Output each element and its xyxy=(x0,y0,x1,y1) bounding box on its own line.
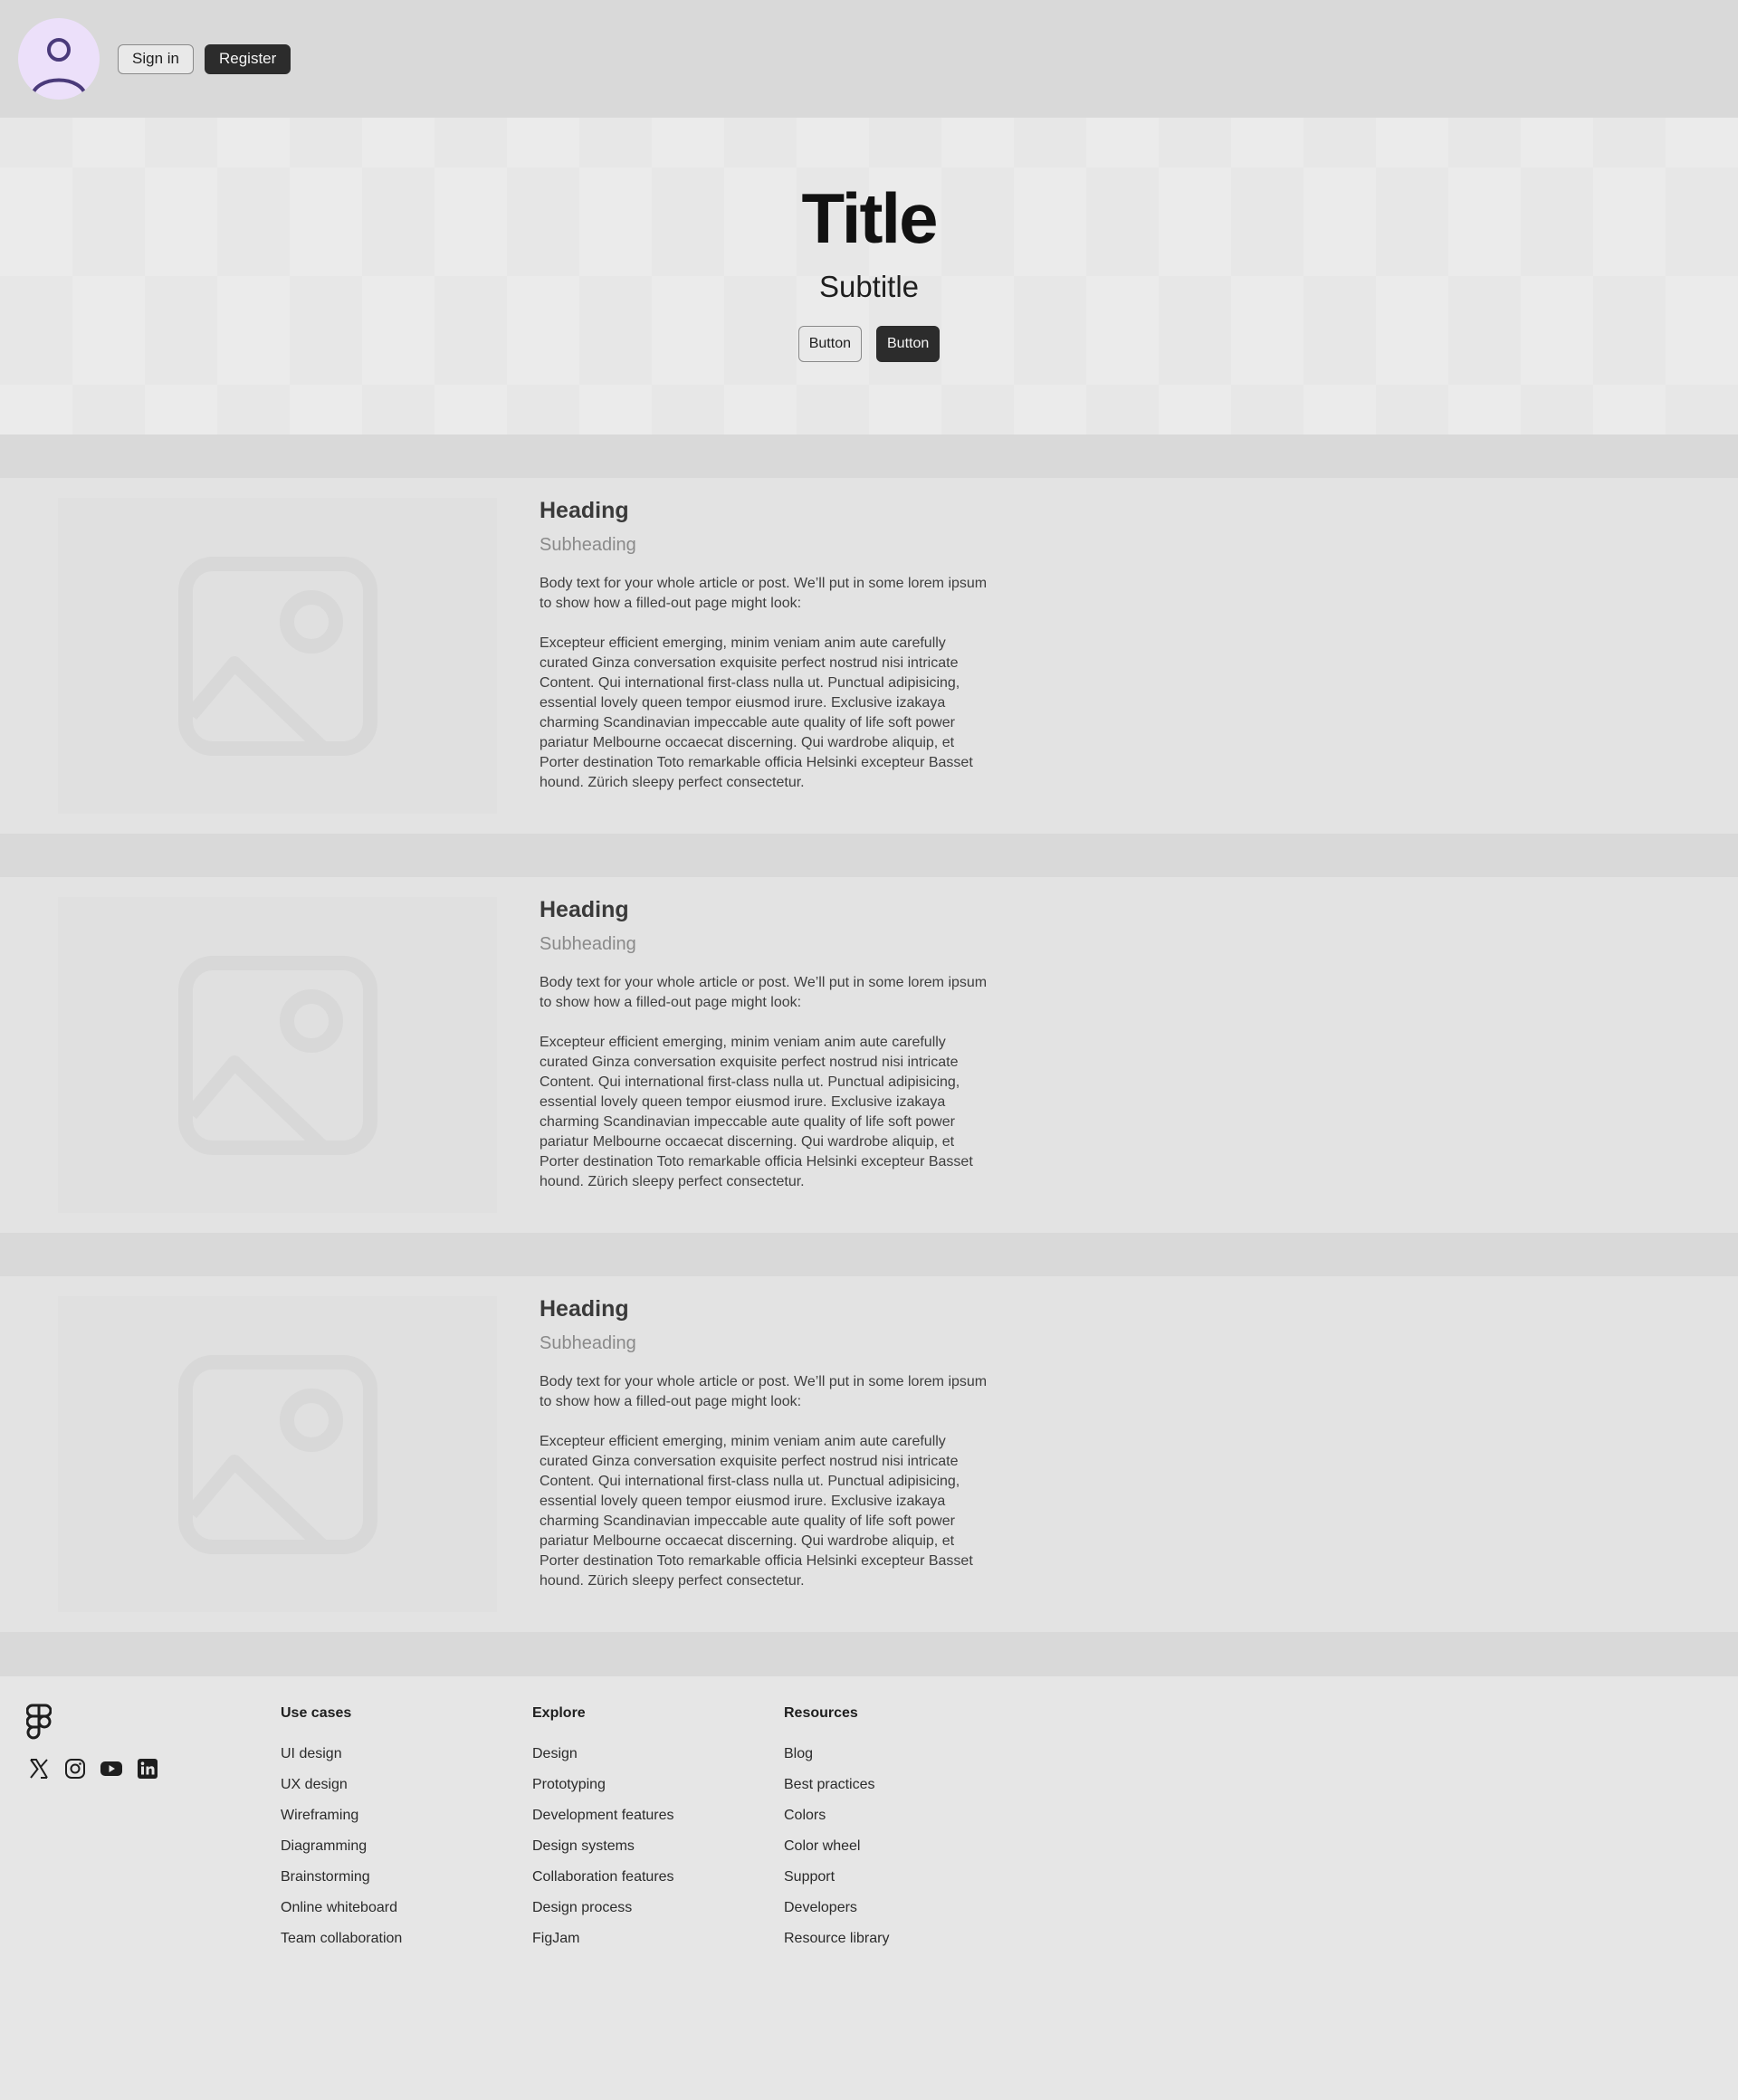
footer-link[interactable]: Design systems xyxy=(532,1838,674,1868)
article-body-intro: Body text for your whole article or post… xyxy=(540,975,988,1010)
footer-link[interactable]: Colors xyxy=(784,1807,889,1838)
article-body-text: Excepteur efficient emerging, minim veni… xyxy=(540,1035,973,1189)
article-image xyxy=(58,897,497,1213)
figma-logo-icon[interactable] xyxy=(25,1704,53,1746)
x-icon[interactable] xyxy=(26,1756,52,1781)
linkedin-icon[interactable] xyxy=(135,1756,160,1781)
sign-in-button[interactable]: Sign in xyxy=(118,43,194,74)
youtube-icon[interactable] xyxy=(99,1756,124,1781)
footer-column-title: Use cases xyxy=(281,1705,352,1721)
footer-link[interactable]: Team collaboration xyxy=(281,1930,402,1961)
footer-link[interactable]: Diagramming xyxy=(281,1838,402,1868)
footer-link[interactable]: Developers xyxy=(784,1899,889,1930)
site-header: Sign in Register xyxy=(0,0,1738,118)
article-image xyxy=(58,1296,497,1612)
instagram-icon[interactable] xyxy=(62,1756,88,1781)
footer-link[interactable]: Online whiteboard xyxy=(281,1899,402,1930)
image-placeholder-icon xyxy=(177,1354,377,1554)
footer-link[interactable]: UX design xyxy=(281,1776,402,1807)
article-heading: Heading xyxy=(540,498,629,523)
register-button[interactable]: Register xyxy=(204,43,291,74)
footer-link[interactable]: Design xyxy=(532,1745,674,1776)
footer-link[interactable]: Design process xyxy=(532,1899,674,1930)
social-links xyxy=(26,1756,160,1781)
footer-column-explore: Explore Design Prototyping Development f… xyxy=(532,1705,674,1961)
footer-column-title: Explore xyxy=(532,1705,586,1721)
footer-link[interactable]: Color wheel xyxy=(784,1838,889,1868)
article-image xyxy=(58,498,497,814)
article-heading: Heading xyxy=(540,1296,629,1322)
footer-column-use-cases: Use cases UI design UX design Wireframin… xyxy=(281,1705,402,1961)
footer-column-title: Resources xyxy=(784,1705,858,1721)
article-card: Heading Subheading Body text for your wh… xyxy=(0,1276,1738,1632)
image-placeholder-icon xyxy=(177,955,377,1155)
footer-link[interactable]: Wireframing xyxy=(281,1807,402,1838)
hero-section: Title Subtitle Button Button xyxy=(0,118,1738,434)
page-title: Title xyxy=(801,178,939,258)
avatar[interactable] xyxy=(18,18,100,100)
article-heading: Heading xyxy=(540,897,629,922)
article-card: Heading Subheading Body text for your wh… xyxy=(0,478,1738,834)
footer-link[interactable]: Prototyping xyxy=(532,1776,674,1807)
article-subheading: Subheading xyxy=(540,535,636,555)
footer-link[interactable]: Resource library xyxy=(784,1930,889,1961)
hero-primary-button[interactable]: Button xyxy=(876,326,941,362)
user-icon xyxy=(30,38,88,100)
image-placeholder-icon xyxy=(177,556,377,756)
footer-link[interactable]: Blog xyxy=(784,1745,889,1776)
article-body-intro: Body text for your whole article or post… xyxy=(540,576,988,611)
article-body-intro: Body text for your whole article or post… xyxy=(540,1374,988,1409)
footer-link[interactable]: Best practices xyxy=(784,1776,889,1807)
hero-secondary-button[interactable]: Button xyxy=(797,326,862,362)
article-body-text: Excepteur efficient emerging, minim veni… xyxy=(540,635,973,790)
footer-link[interactable]: FigJam xyxy=(532,1930,674,1961)
footer-link[interactable]: UI design xyxy=(281,1745,402,1776)
footer-link[interactable]: Brainstorming xyxy=(281,1868,402,1899)
footer-link[interactable]: Development features xyxy=(532,1807,674,1838)
article-card: Heading Subheading Body text for your wh… xyxy=(0,877,1738,1233)
article-subheading: Subheading xyxy=(540,934,636,954)
footer-link[interactable]: Support xyxy=(784,1868,889,1899)
footer-column-resources: Resources Blog Best practices Colors Col… xyxy=(784,1705,889,1961)
footer-link[interactable]: Collaboration features xyxy=(532,1868,674,1899)
page-subtitle: Subtitle xyxy=(818,270,920,303)
site-footer: Use cases UI design UX design Wireframin… xyxy=(0,1676,1738,2100)
article-subheading: Subheading xyxy=(540,1333,636,1353)
article-body-text: Excepteur efficient emerging, minim veni… xyxy=(540,1434,973,1589)
